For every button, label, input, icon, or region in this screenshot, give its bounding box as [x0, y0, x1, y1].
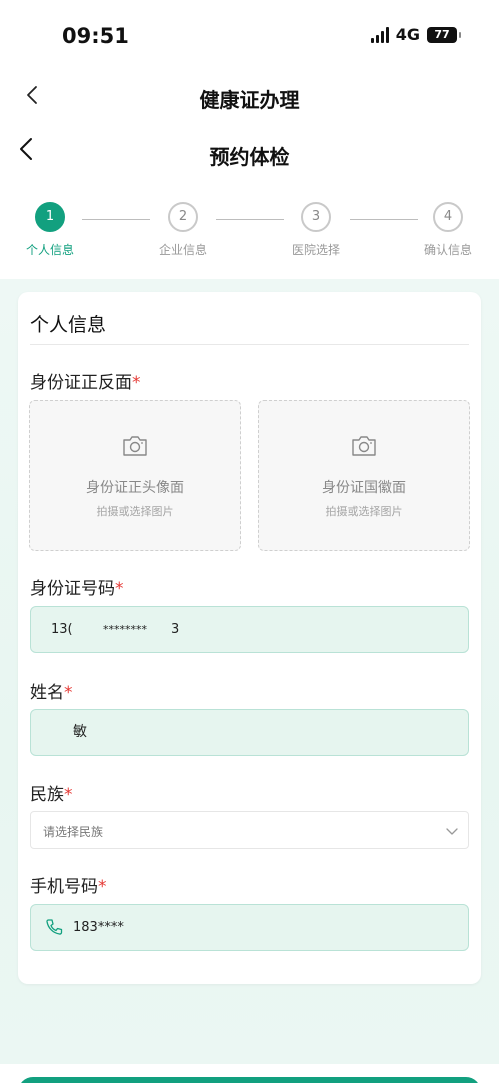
id-front-hint: 拍摄或选择图片 [96, 505, 174, 518]
name-label-text: 姓名 [30, 683, 64, 703]
status-indicators: 4G 77 [370, 25, 461, 44]
name-label: 姓名* [30, 678, 73, 703]
phone-label: 手机号码* [30, 872, 107, 897]
step-label: 企业信息 [158, 243, 207, 257]
required-mark: * [98, 877, 107, 897]
id-front-upload[interactable]: 身份证正头像面 拍摄或选择图片 [29, 400, 241, 551]
required-mark: * [132, 373, 141, 393]
id-back-hint: 拍摄或选择图片 [325, 505, 403, 518]
step-number: 3 [301, 202, 331, 232]
progress-stepper: 1 个人信息 2 企业信息 3 医院选择 4 确认信息 [0, 196, 499, 276]
camera-icon [123, 436, 147, 456]
phone-value: 183**** [73, 920, 124, 935]
phone-label-text: 手机号码 [30, 877, 98, 897]
id-front-title: 身份证正头像面 [86, 480, 184, 496]
id-number-masked: ******** [103, 623, 147, 636]
step-connector [216, 219, 284, 220]
step-connector [82, 219, 150, 220]
camera-icon [352, 436, 376, 456]
outer-page-title: 健康证办理 [199, 88, 300, 112]
outer-nav-bar: 健康证办理 [0, 70, 499, 122]
id-number-prefix: 13( [51, 622, 73, 637]
network-label: 4G [395, 25, 420, 44]
id-back-upload[interactable]: 身份证国徽面 拍摄或选择图片 [258, 400, 470, 551]
step-number: 1 [35, 202, 65, 232]
name-input[interactable]: 敏 [30, 709, 469, 756]
inner-nav-bar: 预约体检 [0, 124, 499, 180]
step-personal-info[interactable]: 1 个人信息 [10, 202, 90, 258]
inner-page-title: 预约体检 [209, 145, 290, 169]
step-number: 2 [168, 202, 198, 232]
id-number-label: 身份证号码* [30, 574, 124, 599]
phone-input[interactable]: 183**** [30, 904, 469, 951]
required-mark: * [115, 579, 124, 599]
battery-icon: 77 [427, 26, 461, 43]
phone-icon [46, 919, 63, 935]
id-card-label-text: 身份证正反面 [30, 373, 132, 393]
personal-info-card: 个人信息 身份证正反面* 身份证正头像面 拍摄或选择图片 身份证国徽面 拍摄或选… [18, 292, 481, 984]
step-hospital-select[interactable]: 3 医院选择 [276, 202, 356, 258]
next-step-button[interactable] [18, 1077, 481, 1083]
chevron-down-icon [446, 828, 458, 835]
step-confirm-info[interactable]: 4 确认信息 [408, 202, 488, 258]
step-label: 个人信息 [25, 243, 74, 257]
battery-level: 77 [434, 27, 450, 41]
id-number-suffix: 3 [171, 622, 180, 637]
status-bar: 09:51 4G 77 [0, 0, 499, 70]
divider [30, 344, 469, 345]
id-card-label: 身份证正反面* [30, 368, 141, 393]
signal-icon [370, 26, 389, 43]
required-mark: * [64, 785, 73, 805]
ethnicity-placeholder: 请选择民族 [43, 825, 104, 839]
section-title: 个人信息 [30, 314, 107, 336]
status-time: 09:51 [62, 24, 129, 48]
id-back-title: 身份证国徽面 [322, 480, 406, 496]
ethnicity-select[interactable]: 请选择民族 [30, 811, 469, 849]
required-mark: * [64, 683, 73, 703]
step-company-info[interactable]: 2 企业信息 [143, 202, 223, 258]
id-number-input[interactable]: 13( ******** 3 [30, 606, 469, 653]
ethnicity-label-text: 民族 [30, 785, 64, 805]
step-label: 医院选择 [291, 243, 340, 257]
ethnicity-label: 民族* [30, 780, 73, 805]
step-number: 4 [433, 202, 463, 232]
step-label: 确认信息 [423, 243, 472, 257]
id-number-label-text: 身份证号码 [30, 579, 115, 599]
